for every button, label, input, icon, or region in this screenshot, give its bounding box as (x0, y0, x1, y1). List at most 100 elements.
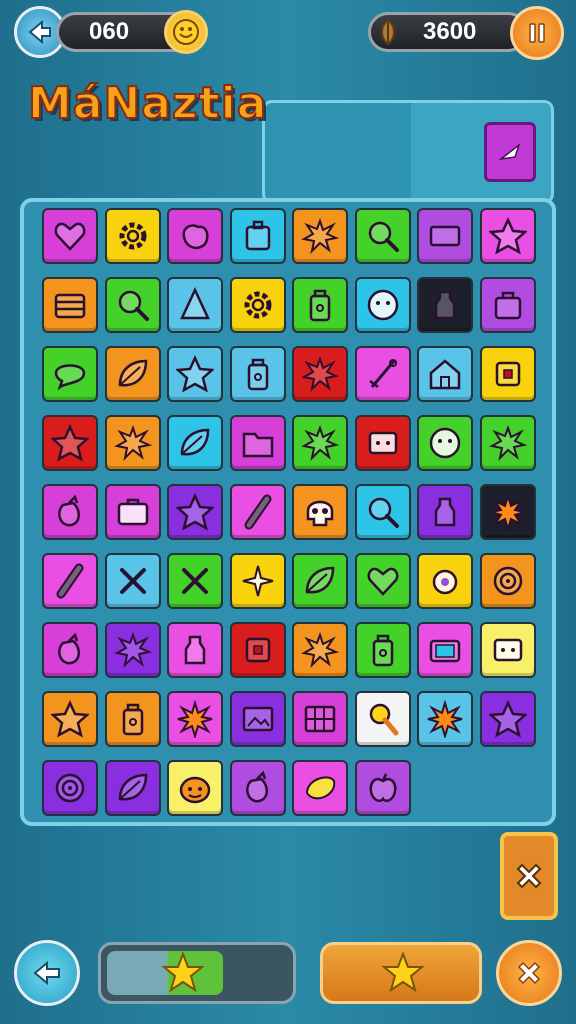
tile[interactable] (229, 691, 286, 747)
bottle-icon (184, 635, 206, 665)
tile[interactable] (354, 691, 411, 747)
chest-icon (54, 293, 86, 319)
tile[interactable] (354, 208, 411, 264)
wand-button[interactable] (484, 122, 536, 182)
tile[interactable] (417, 484, 473, 540)
tile[interactable] (417, 346, 473, 402)
tile[interactable] (417, 277, 473, 333)
tile[interactable] (42, 622, 98, 678)
tile[interactable] (479, 208, 536, 264)
face-icon (429, 427, 461, 459)
pause-button[interactable] (510, 6, 564, 60)
left-counter: 060 (89, 18, 130, 45)
tile[interactable] (354, 760, 411, 816)
tile[interactable] (292, 622, 348, 678)
tile[interactable] (104, 484, 161, 540)
tile[interactable] (354, 346, 411, 402)
tv-icon (429, 639, 461, 663)
tile[interactable] (104, 760, 161, 816)
square-target-icon (495, 361, 520, 387)
tile[interactable] (292, 346, 348, 402)
picture-icon (242, 706, 273, 732)
tile[interactable] (167, 691, 223, 747)
tile[interactable] (292, 553, 348, 609)
tile[interactable] (167, 415, 223, 471)
tile[interactable] (229, 622, 286, 678)
tile[interactable] (292, 760, 348, 816)
grid-icon (304, 705, 336, 733)
tile[interactable] (42, 553, 98, 609)
tile[interactable] (104, 691, 161, 747)
tile[interactable] (354, 622, 411, 678)
undo-button[interactable] (14, 940, 80, 1006)
tile[interactable] (42, 346, 98, 402)
tile[interactable] (292, 415, 348, 471)
tile[interactable] (104, 553, 161, 609)
skull-icon (306, 500, 334, 527)
lollipop-icon (369, 703, 398, 736)
tile[interactable] (42, 415, 98, 471)
remove-tile-button[interactable] (500, 832, 558, 920)
tile[interactable] (354, 553, 411, 609)
tile[interactable] (292, 484, 348, 540)
tile[interactable] (354, 415, 411, 471)
tile[interactable] (229, 415, 286, 471)
tile[interactable] (167, 760, 223, 816)
tile[interactable] (479, 484, 536, 540)
tile[interactable] (42, 277, 98, 333)
splat-icon (301, 218, 339, 255)
tile[interactable] (104, 415, 161, 471)
tile[interactable] (292, 208, 348, 264)
tile[interactable] (104, 208, 161, 264)
stick-icon (244, 494, 271, 530)
tile[interactable] (167, 277, 223, 333)
tile[interactable] (42, 208, 98, 264)
star-button[interactable] (320, 942, 482, 1004)
tile[interactable] (479, 622, 536, 678)
square-target-icon (245, 637, 270, 663)
tile[interactable] (229, 346, 286, 402)
close-button[interactable] (496, 940, 562, 1006)
blob-icon (182, 224, 209, 249)
sparkle-icon (242, 565, 273, 597)
smiley-icon (173, 19, 199, 45)
magnifier-icon (368, 221, 399, 252)
tile[interactable] (104, 277, 161, 333)
tile[interactable] (417, 553, 473, 609)
tile[interactable] (479, 277, 536, 333)
tile[interactable] (229, 277, 286, 333)
tile[interactable] (42, 691, 98, 747)
tile[interactable] (229, 484, 286, 540)
ring-icon (432, 569, 458, 595)
tile[interactable] (479, 691, 536, 747)
tile[interactable] (104, 622, 161, 678)
tile[interactable] (229, 760, 286, 816)
tile[interactable] (292, 691, 348, 747)
wand-icon (498, 142, 521, 161)
tile[interactable] (417, 415, 473, 471)
tile[interactable] (167, 622, 223, 678)
tile[interactable] (354, 277, 411, 333)
arrow-left-icon (33, 960, 60, 986)
arrow-left-icon (28, 19, 51, 45)
tile[interactable] (167, 553, 223, 609)
tile[interactable] (417, 208, 473, 264)
tile[interactable] (479, 553, 536, 609)
tile[interactable] (417, 691, 473, 747)
tile[interactable] (42, 484, 98, 540)
tile[interactable] (167, 208, 223, 264)
tile[interactable] (229, 553, 286, 609)
tile[interactable] (417, 622, 473, 678)
folder-icon (242, 432, 273, 458)
tile[interactable] (292, 277, 348, 333)
tile[interactable] (104, 346, 161, 402)
tile[interactable] (354, 484, 411, 540)
burst-icon (490, 493, 525, 531)
tile[interactable] (479, 346, 536, 402)
tile[interactable] (167, 484, 223, 540)
tile[interactable] (42, 760, 98, 816)
tile[interactable] (167, 346, 223, 402)
right-counter: 3600 (423, 18, 477, 45)
tile[interactable] (229, 208, 286, 264)
tile[interactable] (479, 415, 536, 471)
